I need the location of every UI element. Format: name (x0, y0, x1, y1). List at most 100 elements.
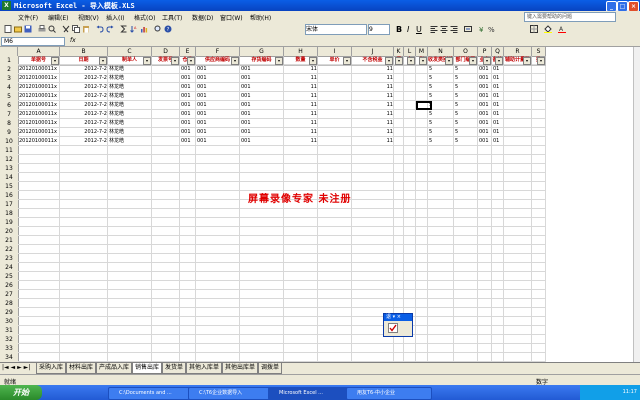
table-cell[interactable]: 01 (492, 83, 504, 92)
table-cell[interactable]: 2012-7-2 (60, 128, 108, 137)
menu-insert[interactable]: 插入(I) (106, 13, 124, 22)
sheet-tab[interactable]: 采购入库 (36, 363, 67, 374)
table-cell[interactable]: 001 (196, 65, 240, 74)
table-cell[interactable]: 001 (478, 74, 492, 83)
font-select[interactable]: 宋体 (305, 24, 367, 35)
table-cell[interactable]: 5 (428, 128, 454, 137)
menu-view[interactable]: 视图(V) (78, 13, 99, 22)
table-cell[interactable]: 001 (180, 74, 196, 83)
table-cell[interactable]: 11 (352, 101, 394, 110)
table-cell[interactable]: 2012-7-2 (60, 101, 108, 110)
autofilter-dropdown-icon[interactable]: ▾ (395, 57, 403, 65)
table-cell[interactable]: 001 (196, 101, 240, 110)
table-cell[interactable]: 5 (428, 119, 454, 128)
tab-nav-icons[interactable]: |◄ ◄ ► ►| (2, 364, 30, 371)
sheet-tab[interactable]: 发货单 (162, 363, 187, 374)
table-cell[interactable]: 2012-7-2 (60, 119, 108, 128)
table-cell[interactable]: 11 (352, 65, 394, 74)
table-cell[interactable]: 林龙皓 (108, 137, 152, 146)
table-cell[interactable]: 5 (454, 128, 478, 137)
autofilter-dropdown-icon[interactable]: ▾ (469, 57, 477, 65)
table-cell[interactable]: 11 (352, 74, 394, 83)
header-cell[interactable]: 税▾ (416, 56, 428, 66)
sort-asc-icon[interactable]: A (130, 25, 138, 33)
new-icon[interactable] (4, 25, 12, 33)
table-cell[interactable]: 001 (240, 101, 284, 110)
table-cell[interactable]: 林龙皓 (108, 101, 152, 110)
table-cell[interactable]: 001 (180, 119, 196, 128)
table-cell[interactable]: 001 (196, 92, 240, 101)
menu-file[interactable]: 文件(F) (18, 13, 38, 22)
header-cell[interactable]: 单价 ▾ (318, 56, 352, 66)
table-cell[interactable]: 5 (454, 74, 478, 83)
table-cell[interactable]: 林龙皓 (108, 74, 152, 83)
table-cell[interactable]: 001 (478, 128, 492, 137)
menu-data[interactable]: 数据(D) (192, 13, 213, 22)
autofilter-dropdown-icon[interactable]: ▾ (385, 57, 393, 65)
autofilter-dropdown-icon[interactable]: ▾ (51, 57, 59, 65)
font-color-icon[interactable]: A (558, 25, 566, 33)
zoom-icon[interactable] (154, 25, 162, 33)
print-icon[interactable] (38, 25, 46, 33)
table-cell[interactable]: 5 (454, 92, 478, 101)
name-box[interactable]: M6 (1, 37, 65, 46)
table-cell[interactable]: 11 (284, 74, 318, 83)
table-cell[interactable]: 001 (196, 137, 240, 146)
table-cell[interactable]: 2012-7-2 (60, 65, 108, 74)
preview-icon[interactable] (48, 25, 56, 33)
table-cell[interactable]: 5 (454, 119, 478, 128)
table-cell[interactable]: 5 (454, 101, 478, 110)
table-cell[interactable]: 林龙皓 (108, 110, 152, 119)
table-cell[interactable]: 001 (196, 110, 240, 119)
table-cell[interactable]: 01 (492, 74, 504, 83)
autofilter-dropdown-icon[interactable]: ▾ (523, 57, 531, 65)
excel-icon[interactable]: X (2, 1, 11, 10)
borders-icon[interactable] (530, 25, 538, 33)
table-cell[interactable]: 林龙皓 (108, 83, 152, 92)
table-cell[interactable]: 001 (240, 110, 284, 119)
floating-toolbar[interactable]: 退 ▾ × (383, 313, 413, 337)
table-cell[interactable]: 5 (454, 83, 478, 92)
table-cell[interactable]: 001 (180, 128, 196, 137)
table-cell[interactable]: 001 (180, 83, 196, 92)
fill-color-icon[interactable] (544, 25, 552, 33)
table-cell[interactable]: 001 (478, 65, 492, 74)
underline-icon[interactable]: U (416, 25, 422, 34)
table-cell[interactable]: 2012-7-2 (60, 83, 108, 92)
sheet-tab[interactable]: 产成品入库 (96, 363, 133, 374)
fx-icon[interactable]: fx (70, 37, 76, 44)
table-cell[interactable]: 001 (240, 128, 284, 137)
autofilter-dropdown-icon[interactable]: ▾ (171, 57, 179, 65)
table-cell[interactable]: 11 (284, 83, 318, 92)
help-search-input[interactable]: 键入需要帮助的问题 (524, 12, 616, 22)
checkmark-icon[interactable] (388, 323, 398, 333)
table-cell[interactable]: 01 (492, 92, 504, 101)
table-cell[interactable]: 5 (454, 110, 478, 119)
currency-icon[interactable]: ¥ (478, 25, 486, 33)
table-cell[interactable]: 2012-7-2 (60, 74, 108, 83)
table-cell[interactable]: 001 (180, 65, 196, 74)
table-cell[interactable]: 20120100011x (18, 74, 60, 83)
header-cell[interactable]: 行▾ (394, 56, 404, 66)
table-cell[interactable]: 01 (492, 101, 504, 110)
percent-icon[interactable]: % (488, 25, 496, 33)
table-cell[interactable]: 01 (492, 65, 504, 74)
table-cell[interactable]: 2012-7-2 (60, 137, 108, 146)
autofilter-dropdown-icon[interactable]: ▾ (419, 57, 427, 65)
table-cell[interactable]: 林龙皓 (108, 65, 152, 74)
autofilter-dropdown-icon[interactable]: ▾ (343, 57, 351, 65)
help-icon[interactable]: ? (164, 25, 172, 33)
autofilter-dropdown-icon[interactable]: ▾ (483, 57, 491, 65)
table-cell[interactable]: 20120100011x (18, 65, 60, 74)
vertical-scrollbar[interactable] (633, 47, 640, 362)
table-cell[interactable]: 001 (196, 119, 240, 128)
table-cell[interactable]: 01 (492, 128, 504, 137)
table-cell[interactable]: 001 (478, 110, 492, 119)
table-cell[interactable]: 11 (352, 92, 394, 101)
copy-icon[interactable] (72, 25, 80, 33)
taskbar-task[interactable]: C:\Documents and ... (108, 387, 194, 400)
table-cell[interactable]: 20120100011x (18, 92, 60, 101)
autofilter-dropdown-icon[interactable]: ▾ (231, 57, 239, 65)
autofilter-dropdown-icon[interactable]: ▾ (143, 57, 151, 65)
header-cell[interactable]: 辅助计量数 ▾ (504, 56, 532, 66)
